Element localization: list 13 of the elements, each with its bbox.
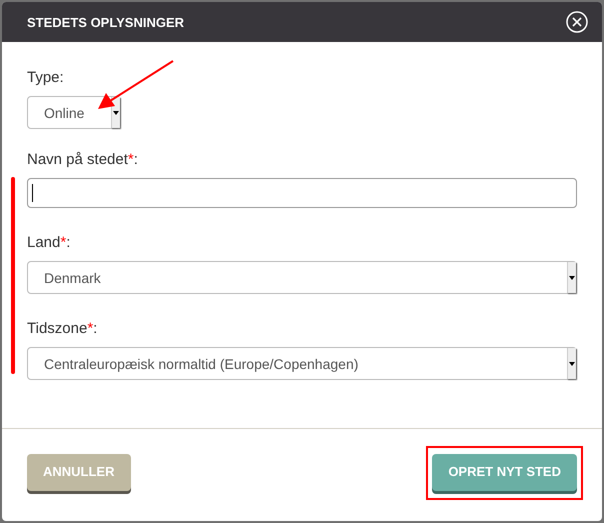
caret-icon: [569, 276, 575, 280]
field-label: Type:: [27, 69, 64, 86]
dialog-title: STEDETS OPLYSNINGER: [27, 14, 184, 30]
field-label: Land*:: [27, 234, 70, 251]
caret-icon: [569, 362, 575, 366]
caret-icon: [113, 110, 119, 114]
input-field[interactable]: [27, 178, 577, 208]
dropdown[interactable]: Denmark: [27, 261, 577, 294]
dropdown[interactable]: Online: [27, 96, 121, 129]
field-label: Tidszone*:: [27, 320, 98, 337]
field-label: Navn på stedet*:: [27, 151, 138, 168]
close-icon[interactable]: [566, 11, 588, 33]
dropdown[interactable]: Centraleuropæisk normaltid (Europe/Copenhagen): [27, 347, 577, 380]
